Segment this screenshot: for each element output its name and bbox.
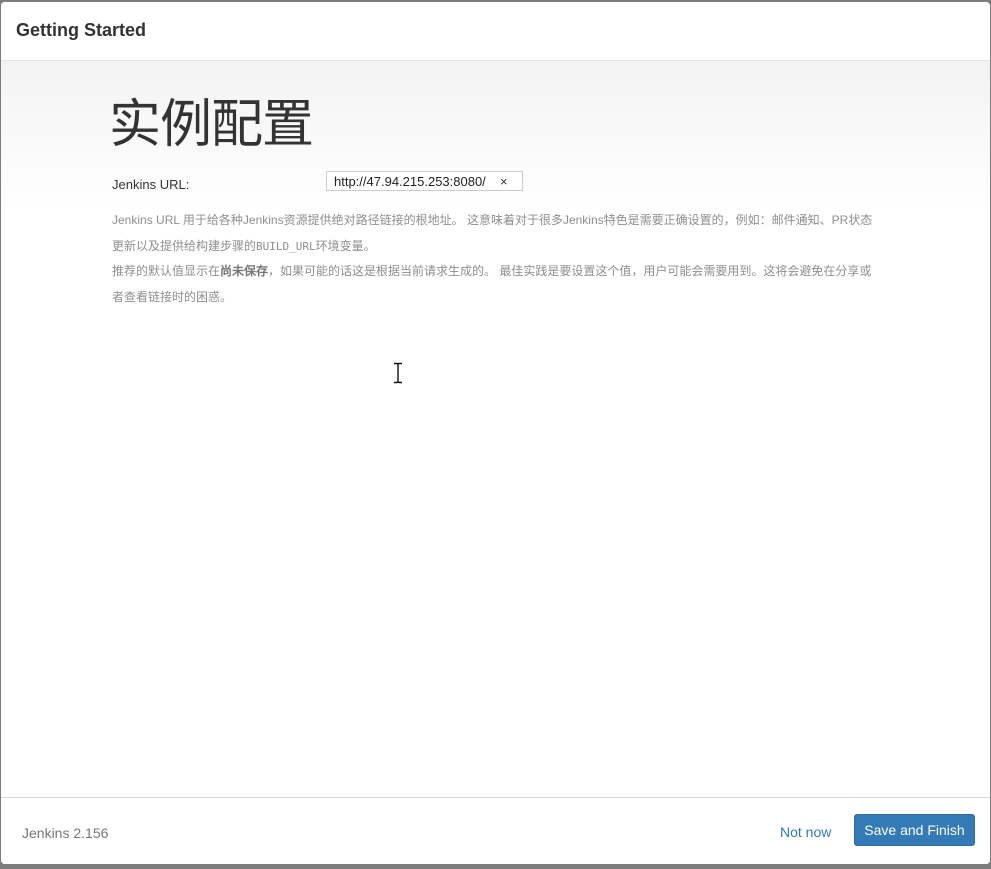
not-saved-emphasis: 尚未保存 — [220, 264, 269, 278]
clear-icon[interactable]: × — [500, 174, 508, 189]
dialog-header: Getting Started — [1, 2, 990, 61]
build-url-code: BUILD_URL — [256, 239, 316, 253]
dialog-title: Getting Started — [16, 20, 147, 40]
not-now-button[interactable]: Not now — [780, 824, 831, 840]
jenkins-url-input[interactable] — [327, 172, 494, 190]
text-cursor-icon — [394, 362, 402, 384]
jenkins-url-label: Jenkins URL: — [112, 177, 190, 192]
help-text: 推荐的默认值显示在 — [112, 264, 221, 278]
help-text: 环境变量。 — [315, 238, 376, 253]
help-paragraph-2: 推荐的默认值显示在尚未保存，如果可能的话这是根据当前请求生成的。 最佳实践是要设… — [112, 259, 882, 310]
help-paragraph-1: Jenkins URL 用于给各种Jenkins资源提供绝对路径链接的根地址。 … — [112, 208, 882, 259]
save-and-finish-button[interactable]: Save and Finish — [854, 814, 975, 846]
setup-dialog: Getting Started 实例配置 Jenkins URL: × Jenk… — [1, 2, 990, 864]
jenkins-url-field[interactable]: × — [326, 171, 523, 191]
page-heading: 实例配置 — [109, 95, 314, 155]
help-text: Jenkins URL 用于给各种Jenkins资源提供绝对路径链接的根地址。 … — [112, 213, 873, 253]
help-block: Jenkins URL 用于给各种Jenkins资源提供绝对路径链接的根地址。 … — [112, 208, 882, 310]
dialog-body: 实例配置 Jenkins URL: × Jenkins URL 用于给各种Jen… — [1, 61, 990, 797]
jenkins-version: Jenkins 2.156 — [22, 825, 109, 841]
dialog-footer: Jenkins 2.156 Not now Save and Finish — [1, 797, 990, 864]
